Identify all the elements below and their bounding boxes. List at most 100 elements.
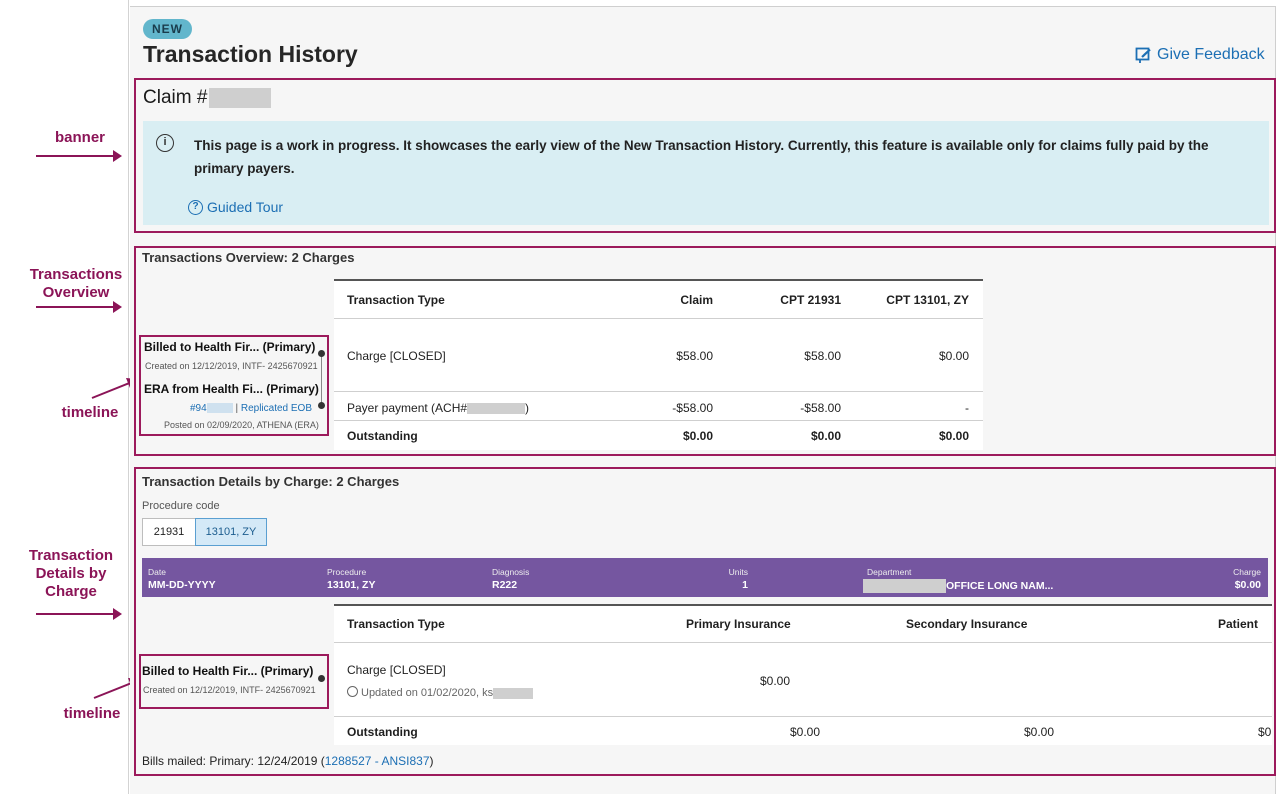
overview-table: Transaction Type Claim CPT 21931 CPT 131…	[334, 279, 983, 450]
table-top-rule	[334, 279, 983, 281]
user-redacted	[493, 687, 534, 699]
column-header: CPT 21931	[780, 293, 841, 307]
row-patient-value: $0.00	[1258, 725, 1272, 739]
row-claim-value: -$58.00	[672, 401, 713, 415]
department-redacted	[863, 579, 946, 593]
timeline-entry-links: #94 | Replicated EOB	[190, 403, 312, 414]
row-claim-value: $0.00	[682, 429, 713, 443]
diagnosis-label: Diagnosis	[492, 567, 530, 577]
timeline-entry-sub: Created on 12/12/2019, INTF- 2425670921	[143, 685, 316, 695]
row-divider	[334, 642, 1272, 643]
timeline-entry-title: Billed to Health Fir... (Primary)	[144, 340, 316, 354]
row-secondary-value: $0.00	[1023, 725, 1054, 739]
row-primary-value: $0.00	[759, 674, 790, 688]
guided-tour-label: Guided Tour	[207, 199, 284, 215]
procedure-label: Procedure	[327, 567, 367, 577]
info-banner: i This page is a work in progress. It sh…	[143, 121, 1269, 225]
new-badge: NEW	[143, 19, 192, 39]
timeline-dot	[318, 402, 325, 409]
department-value: OFFICE LONG NAM...	[863, 579, 1053, 593]
guided-tour-link[interactable]: ? Guided Tour	[188, 199, 283, 215]
procedure-chip-13101-zy[interactable]: 13101, ZY	[195, 518, 267, 546]
row-divider	[334, 391, 983, 392]
charge-summary-bar: Date MM-DD-YYYY Procedure 13101, ZY Diag…	[142, 558, 1268, 597]
bills-mailed-text: Bills mailed: Primary: 12/24/2019 (	[142, 754, 325, 768]
department-name: OFFICE LONG NAM...	[946, 579, 1054, 592]
era-number-link[interactable]: #94	[190, 403, 207, 414]
procedure-chip-21931[interactable]: 21931	[142, 518, 196, 546]
replicated-eob-link[interactable]: Replicated EOB	[241, 403, 312, 414]
annotation-timeline-2: timeline	[63, 705, 121, 722]
page-title: Transaction History	[143, 41, 358, 67]
department-label: Department	[867, 567, 912, 577]
annotation-details: Transaction Details by Charge	[28, 547, 114, 600]
annotation-arrow-banner	[36, 150, 122, 162]
bills-mailed-close: )	[429, 754, 434, 768]
row-divider	[334, 318, 983, 319]
row-cpt2-value: $0.00	[938, 429, 969, 443]
row-claim-value: $58.00	[676, 349, 713, 363]
help-icon: ?	[188, 199, 203, 215]
timeline-entry-title: ERA from Health Fi... (Primary)	[144, 382, 319, 396]
row-cpt1-value: $0.00	[810, 429, 841, 443]
link-separator: |	[235, 403, 239, 414]
give-feedback-label: Give Feedback	[1157, 46, 1265, 63]
timeline-entry-sub: Posted on 02/09/2020, ATHENA (ERA)	[164, 420, 319, 430]
claim-label: Claim #	[143, 87, 208, 108]
claim-number-redacted	[209, 88, 272, 108]
clock-icon	[347, 686, 358, 697]
bill-link[interactable]: 1288527 - ANSI837	[325, 754, 430, 768]
column-header: Claim	[680, 293, 713, 307]
column-header: Patient	[1217, 617, 1258, 631]
payer-payment-label: Payer payment (ACH#	[347, 401, 468, 415]
row-cpt2-value: $0.00	[938, 349, 969, 363]
info-banner-message: This page is a work in progress. It show…	[194, 138, 1209, 176]
info-icon: i	[156, 134, 174, 152]
annotation-overview: Transactions Overview	[29, 266, 123, 301]
timeline-entry-title: Billed to Health Fir... (Primary)	[142, 664, 314, 678]
row-cpt1-value: -$58.00	[800, 401, 841, 415]
date-value: MM-DD-YYYY	[148, 579, 216, 591]
timeline-dot	[318, 675, 325, 682]
column-header: CPT 13101, ZY	[886, 293, 969, 307]
row-cpt1-value: $58.00	[804, 349, 841, 363]
row-type: Charge [CLOSED]	[347, 349, 446, 363]
era-number-redacted	[206, 403, 233, 414]
timeline-line	[321, 356, 322, 406]
bills-mailed: Bills mailed: Primary: 12/24/2019 (12885…	[142, 754, 434, 768]
row-type: Payer payment (ACH#)	[347, 401, 529, 415]
annotation-timeline-1: timeline	[61, 404, 119, 421]
timeline-entry-sub: Created on 12/12/2019, INTF- 2425670921	[145, 361, 318, 371]
charge-value: $0.00	[1234, 579, 1261, 591]
details-timeline-outline	[139, 654, 329, 709]
details-table: Transaction Type Primary Insurance Secon…	[334, 604, 1272, 745]
row-type: Outstanding	[347, 429, 418, 443]
procedure-code-label: Procedure code	[142, 500, 220, 512]
row-type: Charge [CLOSED]	[347, 663, 446, 677]
payer-payment-close: )	[525, 401, 530, 415]
diagnosis-value: R222	[492, 579, 518, 591]
date-label: Date	[148, 567, 166, 577]
details-title: Transaction Details by Charge: 2 Charges	[142, 474, 400, 489]
ach-number-redacted	[467, 403, 526, 415]
charge-label: Charge	[1233, 567, 1261, 577]
row-divider	[334, 716, 1272, 717]
column-header: Transaction Type	[347, 617, 445, 631]
feedback-icon	[1135, 47, 1151, 63]
annotation-arrow-details	[36, 608, 122, 620]
row-type: Outstanding	[347, 725, 418, 739]
row-primary-value: $0.00	[789, 725, 820, 739]
procedure-value: 13101, ZY	[327, 579, 376, 591]
overview-title: Transactions Overview: 2 Charges	[142, 250, 355, 265]
units-label: Units	[728, 567, 748, 577]
claim-title: Claim #	[143, 87, 272, 109]
row-updated: Updated on 01/02/2020, ks	[347, 686, 534, 699]
annotation-banner: banner	[54, 129, 105, 146]
column-header: Secondary Insurance	[906, 617, 1028, 631]
table-top-rule	[334, 604, 1272, 606]
give-feedback-link[interactable]: Give Feedback	[1135, 46, 1265, 64]
column-header: Primary Insurance	[686, 617, 791, 631]
column-header: Transaction Type	[347, 293, 445, 307]
updated-text: Updated on 01/02/2020, ks	[361, 687, 494, 699]
timeline-dot	[318, 350, 325, 357]
